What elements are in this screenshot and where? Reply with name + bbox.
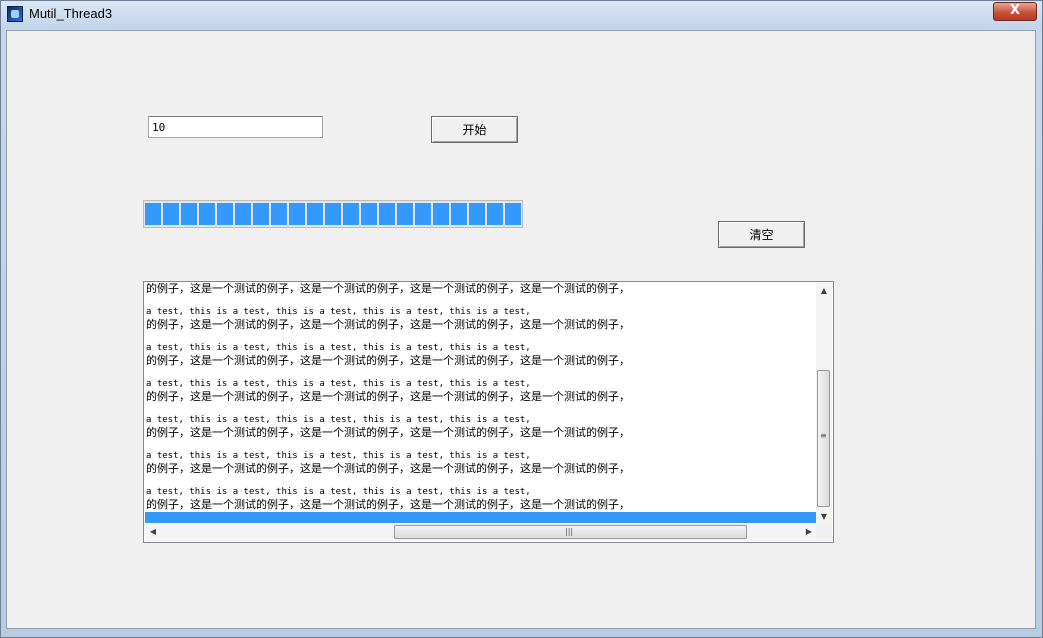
log-line: a test, this is a test, this is a test, …: [146, 307, 531, 317]
progress-segment: [307, 203, 323, 225]
log-line: a test, this is a test, this is a test, …: [146, 379, 531, 389]
app-icon: [7, 6, 23, 22]
scroll-right-icon[interactable]: ▶: [801, 524, 817, 540]
scroll-corner: [816, 524, 832, 541]
progress-segment: [343, 203, 359, 225]
progress-segment: [163, 203, 179, 225]
progress-bar: [143, 200, 523, 228]
progress-segment: [469, 203, 485, 225]
scroll-up-icon[interactable]: ▲: [816, 283, 832, 299]
count-input[interactable]: [148, 116, 323, 138]
log-line: 的例子，这是一个测试的例子，这是一个测试的例子，这是一个测试的例子，这是一个测试…: [146, 354, 630, 367]
progress-segment: [199, 203, 215, 225]
progress-segment: [505, 203, 521, 225]
scroll-down-icon[interactable]: ▼: [816, 509, 832, 525]
log-line: 的例子，这是一个测试的例子，这是一个测试的例子，这是一个测试的例子，这是一个测试…: [146, 498, 630, 511]
log-line: 的例子，这是一个测试的例子，这是一个测试的例子，这是一个测试的例子，这是一个测试…: [146, 283, 630, 295]
progress-segment: [361, 203, 377, 225]
title-bar[interactable]: Mutil_Thread3 X: [1, 1, 1042, 29]
progress-segment: [379, 203, 395, 225]
progress-segment: [325, 203, 341, 225]
progress-segment: [397, 203, 413, 225]
log-line: 的例子，这是一个测试的例子，这是一个测试的例子，这是一个测试的例子，这是一个测试…: [146, 426, 630, 439]
log-content: 的例子，这是一个测试的例子，这是一个测试的例子，这是一个测试的例子，这是一个测试…: [145, 283, 817, 525]
progress-segment: [487, 203, 503, 225]
progress-segment: [145, 203, 161, 225]
progress-segment: [451, 203, 467, 225]
horizontal-scroll-thumb[interactable]: |||: [394, 525, 747, 539]
start-button[interactable]: 开始: [431, 116, 518, 143]
grip-icon: |||: [565, 527, 574, 536]
progress-segment: [271, 203, 287, 225]
log-line: a test, this is a test, this is a test, …: [146, 451, 531, 461]
vertical-scroll-thumb[interactable]: ≡: [817, 370, 830, 507]
log-line: 的例子，这是一个测试的例子，这是一个测试的例子，这是一个测试的例子，这是一个测试…: [146, 390, 630, 403]
progress-segment: [433, 203, 449, 225]
log-line: a test, this is a test, this is a test, …: [146, 415, 531, 425]
scroll-left-icon[interactable]: ◀: [145, 524, 161, 540]
log-textbox[interactable]: 的例子，这是一个测试的例子，这是一个测试的例子，这是一个测试的例子，这是一个测试…: [143, 281, 834, 543]
progress-segment: [235, 203, 251, 225]
progress-segment: [289, 203, 305, 225]
selected-line-highlight: [145, 512, 817, 523]
progress-segment: [217, 203, 233, 225]
progress-segment: [415, 203, 431, 225]
close-icon: X: [1009, 3, 1021, 18]
log-line: a test, this is a test, this is a test, …: [146, 343, 531, 353]
close-button[interactable]: X: [993, 2, 1037, 21]
window-title: Mutil_Thread3: [29, 6, 113, 21]
horizontal-scrollbar[interactable]: ◀ ||| ▶: [145, 524, 817, 541]
progress-segment: [253, 203, 269, 225]
vertical-scrollbar[interactable]: ▲ ≡ ▼: [816, 283, 832, 525]
log-line: 的例子，这是一个测试的例子，这是一个测试的例子，这是一个测试的例子，这是一个测试…: [146, 318, 630, 331]
grip-icon: ≡: [820, 431, 827, 440]
log-line: a test, this is a test, this is a test, …: [146, 487, 531, 497]
clear-button[interactable]: 清空: [718, 221, 805, 248]
log-line: 的例子，这是一个测试的例子，这是一个测试的例子，这是一个测试的例子，这是一个测试…: [146, 462, 630, 475]
progress-segment: [181, 203, 197, 225]
